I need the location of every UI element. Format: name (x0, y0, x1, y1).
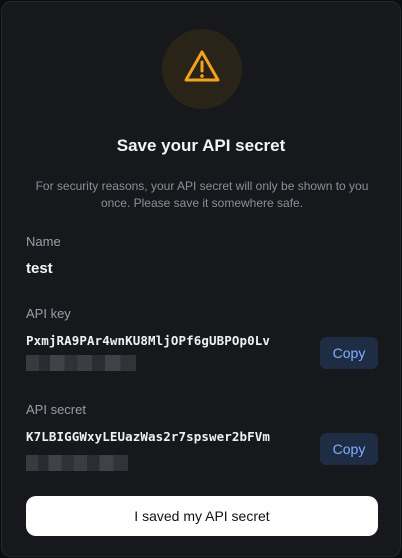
dialog-title: Save your API secret (116, 136, 286, 155)
api-key-value[interactable]: PxmjRA9PAr4wnKU8MljOPf6gUBPOp0Lv (26, 333, 270, 348)
api-secret-dialog: Save your API secret For security reason… (1, 1, 401, 557)
name-label: Name (26, 234, 61, 249)
api-secret-redacted-remainder (26, 455, 128, 471)
api-key-redacted-remainder (26, 355, 136, 371)
api-key-label: API key (26, 306, 71, 321)
api-secret-label: API secret (26, 402, 86, 417)
warning-icon-circle (162, 29, 242, 109)
warning-triangle-icon (182, 47, 222, 92)
copy-api-secret-button[interactable]: Copy (320, 433, 378, 465)
api-secret-value[interactable]: K7LBIGGWxyLEUazWas2r7spswer2bFVm (26, 429, 270, 444)
copy-api-key-button[interactable]: Copy (320, 337, 378, 369)
confirm-saved-button[interactable]: I saved my API secret (26, 496, 378, 536)
name-value: test (26, 260, 53, 277)
dialog-description: For security reasons, your API secret wi… (35, 179, 369, 210)
